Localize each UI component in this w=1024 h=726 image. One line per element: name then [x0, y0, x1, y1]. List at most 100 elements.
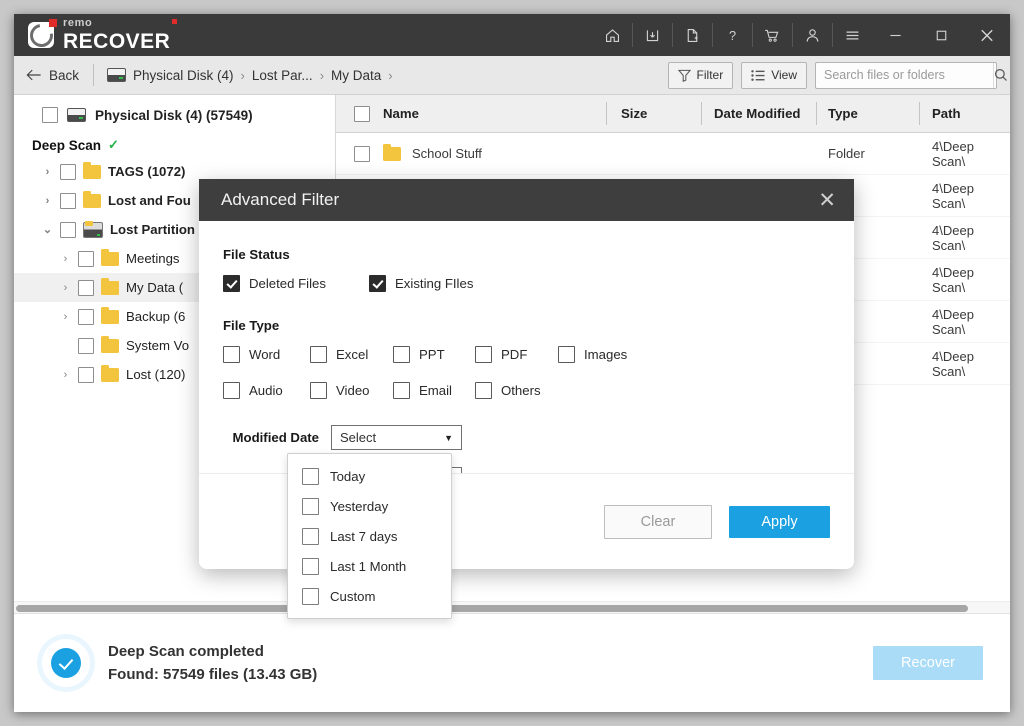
apply-button[interactable]: Apply — [729, 505, 830, 538]
checkbox-box[interactable] — [393, 382, 410, 399]
recover-button[interactable]: Recover — [873, 646, 983, 680]
breadcrumb-item-2[interactable]: My Data — [331, 68, 381, 83]
chevron-right-icon[interactable]: › — [42, 166, 53, 178]
checkbox-others[interactable]: Others — [475, 382, 541, 399]
checkbox-existing-files[interactable]: Existing FIles — [369, 275, 473, 292]
modified-date-select[interactable]: Select ▼ — [331, 425, 462, 450]
brand-name-small: remo — [63, 18, 178, 29]
item-checkbox[interactable] — [60, 192, 76, 209]
breadcrumb-item-1[interactable]: Lost Par... — [252, 68, 313, 83]
dialog-title: Advanced Filter — [221, 190, 340, 209]
help-icon[interactable]: ? — [712, 14, 752, 56]
column-header-name[interactable]: Name — [336, 95, 624, 132]
chevron-right-icon[interactable]: › — [60, 369, 71, 381]
checkbox-box[interactable] — [302, 587, 319, 605]
checkbox-box[interactable] — [302, 497, 319, 515]
checkbox-label: Email — [419, 383, 452, 398]
checkbox-audio[interactable]: Audio — [223, 382, 310, 399]
home-icon[interactable] — [592, 14, 632, 56]
dropdown-item-today[interactable]: Today — [288, 461, 451, 491]
search-input[interactable] — [816, 62, 993, 88]
checkbox-box[interactable] — [223, 275, 240, 292]
file-list-header: Name Size Date Modified Type Path — [336, 95, 1010, 133]
checkbox-box[interactable] — [302, 557, 319, 575]
menu-icon[interactable] — [832, 14, 872, 56]
row-path-cell: 4\Deep Scan\ — [932, 180, 974, 211]
maximize-icon[interactable] — [918, 14, 964, 56]
column-header-size[interactable]: Size — [621, 95, 647, 132]
dropdown-item-custom[interactable]: Custom — [288, 581, 451, 611]
checkbox-pdf[interactable]: PDF — [475, 346, 558, 363]
new-file-icon[interactable] — [672, 14, 712, 56]
row-path-cell: 4\Deep Scan\ — [932, 222, 974, 253]
chevron-down-icon[interactable]: ▼ — [444, 433, 453, 443]
checkbox-email[interactable]: Email — [393, 382, 475, 399]
root-checkbox[interactable] — [42, 107, 58, 123]
search-box[interactable] — [815, 61, 1007, 89]
chevron-placeholder-icon: › — [60, 340, 71, 352]
back-button[interactable]: Back — [14, 68, 93, 83]
item-checkbox[interactable] — [78, 337, 94, 354]
table-row[interactable]: School Stuff Folder 4\Deep Scan\ — [336, 133, 1010, 175]
item-checkbox[interactable] — [60, 163, 76, 180]
close-icon[interactable] — [964, 14, 1010, 56]
dropdown-item-last-7-days[interactable]: Last 7 days — [288, 521, 451, 551]
item-checkbox[interactable] — [78, 366, 94, 383]
checkbox-video[interactable]: Video — [310, 382, 393, 399]
checkbox-images[interactable]: Images — [558, 346, 627, 363]
svg-text:?: ? — [728, 27, 735, 42]
row-type-cell: Folder — [828, 146, 865, 161]
close-icon[interactable]: ✕ — [818, 190, 836, 211]
column-header-path[interactable]: Path — [932, 95, 961, 132]
checkbox-box[interactable] — [475, 382, 492, 399]
checkbox-box[interactable] — [302, 527, 319, 545]
checkbox-label: Excel — [336, 347, 369, 362]
chevron-right-icon[interactable]: › — [42, 195, 53, 207]
checkbox-box[interactable] — [369, 275, 386, 292]
account-icon[interactable] — [792, 14, 832, 56]
view-button[interactable]: View — [741, 61, 807, 89]
check-icon: ✓ — [108, 137, 119, 152]
item-checkbox[interactable] — [78, 279, 94, 296]
checkbox-box[interactable] — [223, 382, 240, 399]
sidebar-item-label: Backup (6 — [126, 309, 186, 324]
row-path-cell: 4\Deep Scan\ — [932, 138, 974, 169]
row-checkbox[interactable] — [354, 145, 370, 162]
checkbox-box[interactable] — [302, 467, 319, 485]
column-header-type[interactable]: Type — [828, 95, 858, 132]
checkbox-excel[interactable]: Excel — [310, 346, 393, 363]
dropdown-item-yesterday[interactable]: Yesterday — [288, 491, 451, 521]
breadcrumb-item-0[interactable]: Physical Disk (4) — [133, 68, 234, 83]
filter-button[interactable]: Filter — [667, 61, 734, 89]
checkbox-label: Audio — [249, 383, 283, 398]
column-header-date-modified[interactable]: Date Modified — [714, 95, 800, 132]
chevron-right-icon[interactable]: › — [60, 282, 71, 294]
chevron-right-icon[interactable]: › — [60, 311, 71, 323]
chevron-right-icon[interactable]: › — [60, 253, 71, 265]
tree-root-item[interactable]: Physical Disk (4) (57549) — [14, 95, 335, 123]
checkbox-box[interactable] — [558, 346, 575, 363]
checkbox-box[interactable] — [310, 346, 327, 363]
download-icon[interactable] — [632, 14, 672, 56]
row-name-cell[interactable]: School Stuff — [336, 133, 482, 174]
remo-logo-icon — [24, 18, 58, 52]
chevron-down-icon[interactable]: ⌄ — [42, 223, 53, 236]
checkbox-box[interactable] — [393, 346, 410, 363]
root-label: Physical Disk (4) (57549) — [95, 107, 253, 123]
cart-icon[interactable] — [752, 14, 792, 56]
clear-button[interactable]: Clear — [604, 504, 712, 539]
checkbox-box[interactable] — [310, 382, 327, 399]
item-checkbox[interactable] — [78, 308, 94, 325]
checkbox-word[interactable]: Word — [223, 346, 310, 363]
checkbox-ppt[interactable]: PPT — [393, 346, 475, 363]
dropdown-item-last-1-month[interactable]: Last 1 Month — [288, 551, 451, 581]
minimize-icon[interactable] — [872, 14, 918, 56]
checkbox-box[interactable] — [475, 346, 492, 363]
select-all-checkbox[interactable] — [354, 105, 370, 122]
search-icon[interactable] — [993, 62, 1008, 88]
item-checkbox[interactable] — [78, 250, 94, 267]
checkbox-box[interactable] — [223, 346, 240, 363]
breadcrumb-bar: Back Physical Disk (4) › Lost Par... › M… — [14, 56, 1010, 95]
item-checkbox[interactable] — [60, 221, 76, 238]
checkbox-deleted-files[interactable]: Deleted Files — [223, 275, 369, 292]
